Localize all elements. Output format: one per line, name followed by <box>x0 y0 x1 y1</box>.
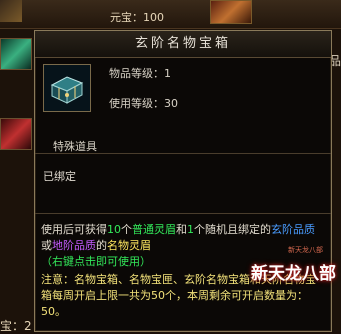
inventory-slot-red-item[interactable] <box>0 118 32 150</box>
item-level-field: 物品等级：1 <box>109 67 171 80</box>
desc-count: 10 <box>107 223 121 236</box>
desc-count: 1 <box>187 223 194 236</box>
desc-common-item: 普通灵眉 <box>132 223 176 236</box>
desc-quality-xuan: 玄阶品质 <box>271 223 315 236</box>
background-bottom-text: 宝：2 <box>0 319 32 333</box>
desc-text: 个随机且绑定的 <box>194 223 271 236</box>
usage-hint: （右键点击即可使用） <box>41 255 151 268</box>
desc-text: 使用后可获得 <box>41 223 107 236</box>
top-bar <box>0 0 341 29</box>
use-level-field: 使用等级：30 <box>109 97 178 110</box>
desc-text: 或 <box>41 239 52 252</box>
desc-famous-item: 名物灵眉 <box>107 239 151 252</box>
item-tooltip: 玄阶名物宝箱 物品等级：1 使用等级：30 特殊道具 已绑定 使用后可获得10个… <box>34 30 336 332</box>
yuanbao-balance: 元宝：100 <box>110 11 164 24</box>
item-description: 使用后可获得10个普通灵眉和1个随机且绑定的玄阶品质或地阶品质的名物灵眉 （右键… <box>41 222 325 320</box>
desc-text: 和 <box>176 223 187 236</box>
treasure-chest-icon <box>43 64 91 112</box>
tooltip-title: 玄阶名物宝箱 <box>35 31 331 58</box>
desc-text: 的 <box>96 239 107 252</box>
bind-status: 已绑定 <box>43 170 76 183</box>
inventory-slot-corner[interactable] <box>0 0 22 22</box>
weekly-limit-note: 注意：名物宝箱、名物宝匣、玄阶名物宝箱和天阶名物宝箱每周开启上限一共为50个，本… <box>41 273 316 318</box>
item-category: 特殊道具 <box>53 140 97 153</box>
desc-text: 个 <box>121 223 132 236</box>
inventory-slot-green-item[interactable] <box>0 38 32 70</box>
desc-quality-di: 地阶品质 <box>52 239 96 252</box>
inventory-slot-chest[interactable] <box>210 0 252 24</box>
divider <box>35 213 331 214</box>
divider <box>35 153 331 154</box>
